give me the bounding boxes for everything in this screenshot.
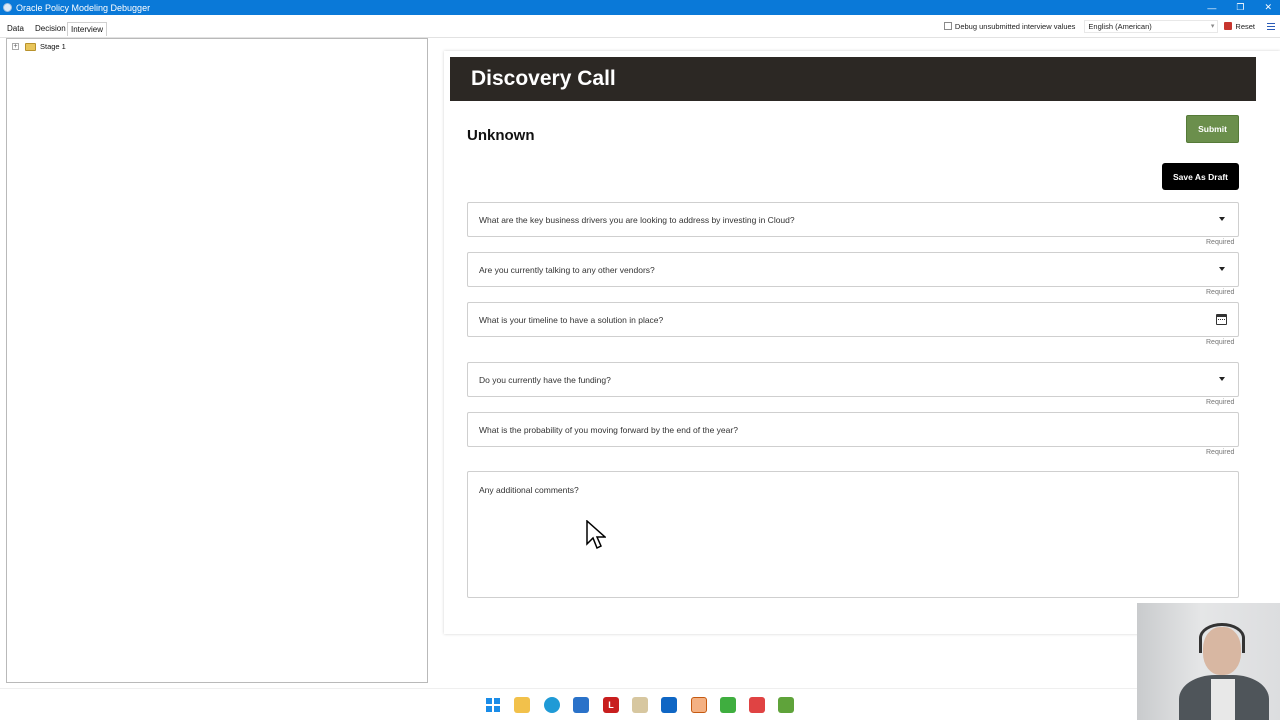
banner-title: Discovery Call	[471, 67, 616, 90]
app-icon	[3, 3, 12, 12]
calendar-icon[interactable]	[1216, 314, 1227, 325]
window-controls: — ❐ ✕	[1207, 0, 1272, 15]
outlook-icon[interactable]	[661, 697, 677, 713]
dropdown-caret-icon	[1219, 267, 1225, 271]
dropdown-caret-icon	[1219, 377, 1225, 381]
editor-icon[interactable]	[778, 697, 794, 713]
file-explorer-icon[interactable]	[514, 697, 530, 713]
business-drivers-dropdown[interactable]: What are the key business drivers you ar…	[467, 202, 1239, 237]
minimize-button[interactable]: —	[1207, 3, 1216, 13]
debug-toolbar: Debug unsubmitted interview values Engli…	[943, 18, 1280, 34]
window-titlebar: Oracle Policy Modeling Debugger — ❐ ✕	[0, 0, 1280, 15]
tree-item-stage-1[interactable]: + Stage 1	[12, 42, 66, 51]
required-label: Required	[1206, 399, 1235, 406]
required-label: Required	[1206, 239, 1235, 246]
folder-icon	[25, 42, 36, 51]
interview-banner: Discovery Call	[450, 57, 1256, 101]
webcam-overlay	[1137, 603, 1280, 720]
menubar: Data Decision Interview Debug unsubmitte…	[0, 15, 1280, 38]
field-label: What is your timeline to have a solution…	[479, 314, 664, 325]
submit-button[interactable]: Submit	[1186, 115, 1239, 143]
expand-icon[interactable]: +	[12, 43, 19, 50]
green-app-icon[interactable]	[720, 697, 736, 713]
debug-unsubmitted-checkbox[interactable]	[943, 22, 952, 30]
policy-modeling-icon[interactable]	[691, 697, 707, 713]
other-vendors-dropdown[interactable]: Are you currently talking to any other v…	[467, 252, 1239, 287]
field-label: What is the probability of you moving fo…	[479, 424, 738, 435]
reset-button[interactable]: Reset	[1224, 22, 1255, 31]
menu-icon[interactable]	[1267, 21, 1275, 32]
interview-pane: Discovery Call Unknown Submit Save As Dr…	[444, 51, 1280, 634]
save-as-draft-button[interactable]: Save As Draft	[1162, 163, 1239, 190]
debug-unsubmitted-label: Debug unsubmitted interview values	[954, 21, 1076, 31]
language-select[interactable]: English (American) ▾	[1084, 19, 1219, 33]
close-button[interactable]: ✕	[1264, 2, 1272, 13]
dropdown-caret-icon	[1219, 217, 1225, 221]
field-label: Do you currently have the funding?	[479, 374, 611, 385]
required-label: Required	[1206, 339, 1235, 346]
stage-tree-pane: + Stage 1	[6, 38, 428, 683]
additional-comments-textarea[interactable]: Any additional comments?	[467, 471, 1239, 598]
tab-interview[interactable]: Interview	[67, 22, 108, 36]
windows-start-icon[interactable]	[485, 697, 501, 713]
field-label: Any additional comments?	[479, 485, 579, 495]
reset-label: Reset	[1235, 21, 1255, 31]
section-title: Unknown	[467, 127, 535, 144]
timeline-date-field[interactable]: What is your timeline to have a solution…	[467, 302, 1239, 337]
notepad-icon[interactable]	[632, 697, 648, 713]
tree-item-label: Stage 1	[40, 42, 66, 51]
taskbar: L	[0, 688, 1280, 720]
tab-data[interactable]: Data	[7, 24, 24, 33]
funding-dropdown[interactable]: Do you currently have the funding?	[467, 362, 1239, 397]
photos-icon[interactable]	[573, 697, 589, 713]
red-app-icon[interactable]	[749, 697, 765, 713]
probability-input[interactable]: What is the probability of you moving fo…	[467, 412, 1239, 447]
maximize-button[interactable]: ❐	[1236, 2, 1244, 13]
language-value: English (American)	[1088, 21, 1152, 31]
required-label: Required	[1206, 449, 1235, 456]
field-label: Are you currently talking to any other v…	[479, 264, 655, 275]
window-title: Oracle Policy Modeling Debugger	[16, 2, 151, 13]
l-app-icon[interactable]: L	[603, 697, 619, 713]
chevron-down-icon: ▾	[1210, 22, 1215, 30]
reset-icon	[1224, 22, 1233, 30]
tab-decision[interactable]: Decision	[35, 24, 66, 33]
required-label: Required	[1206, 289, 1235, 296]
edge-browser-icon[interactable]	[544, 697, 560, 713]
field-label: What are the key business drivers you ar…	[479, 214, 795, 225]
